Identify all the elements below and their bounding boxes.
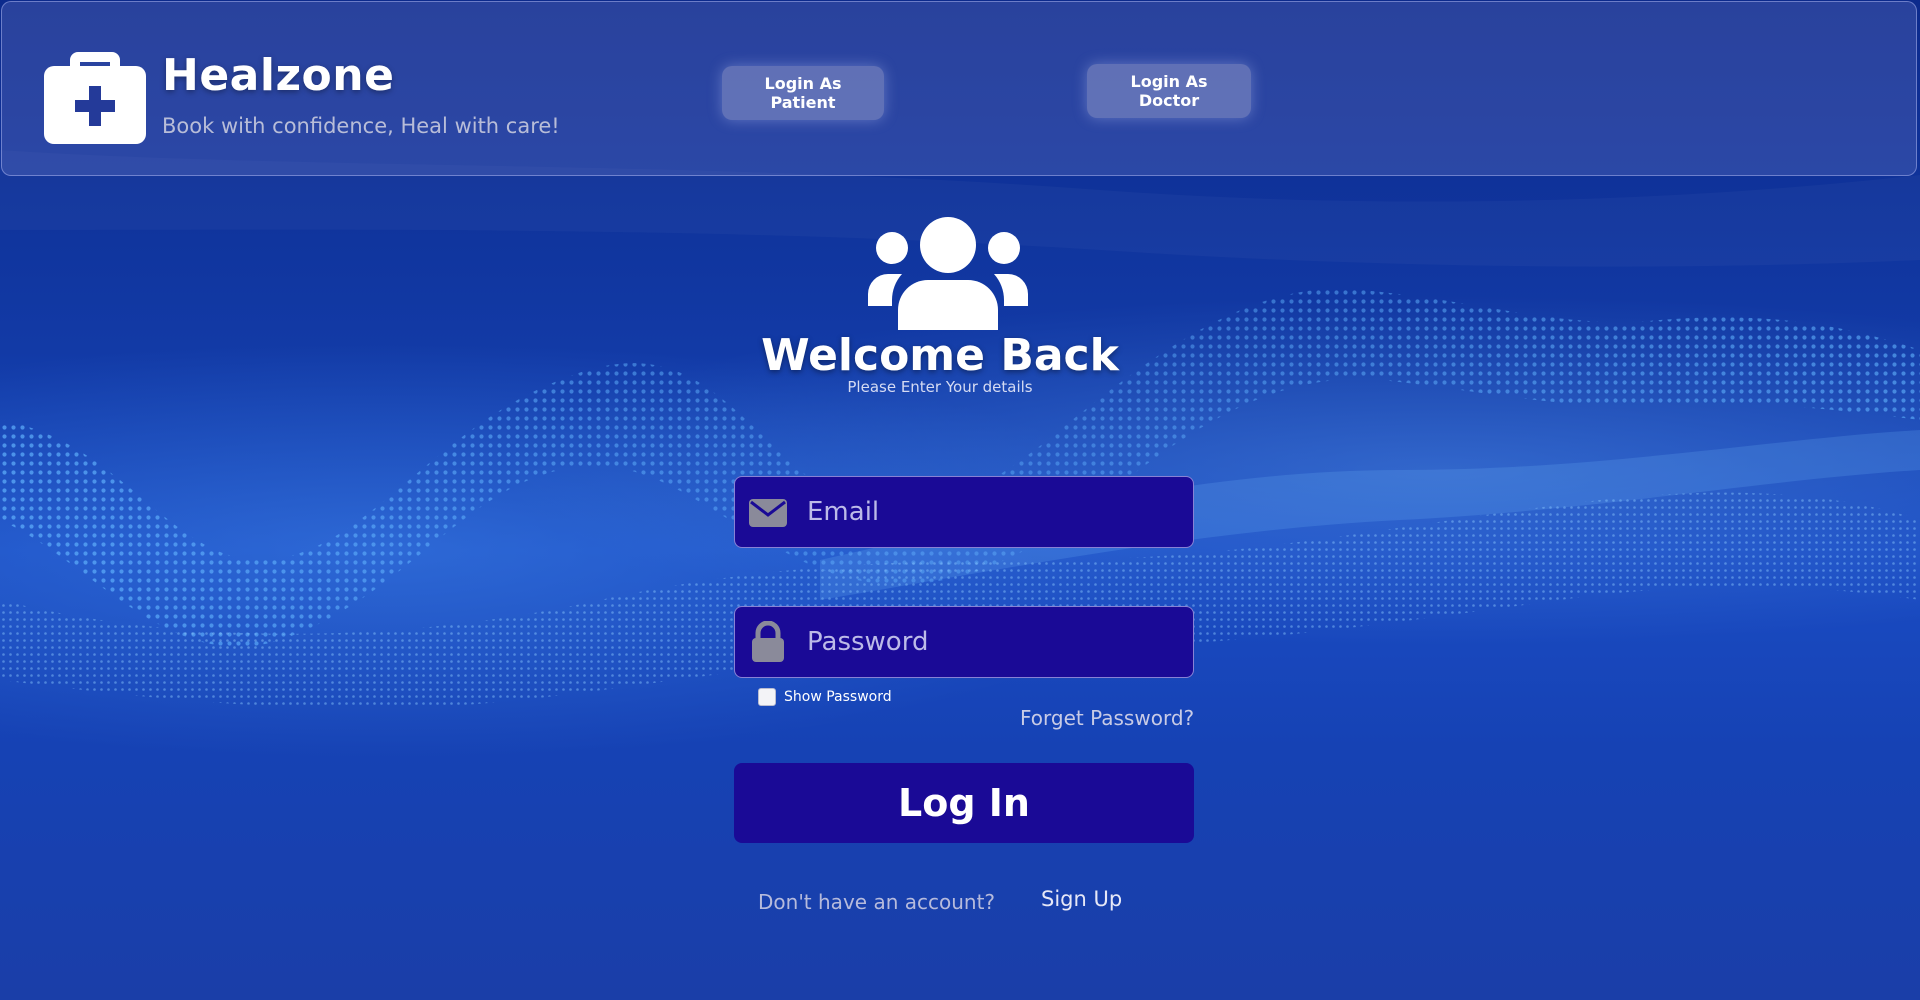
show-password-label: Show Password (784, 689, 892, 705)
users-group-icon (868, 217, 1028, 330)
login-as-doctor-button[interactable]: Login As Doctor (1087, 64, 1251, 118)
envelope-icon (749, 499, 787, 527)
show-password-checkbox[interactable] (758, 688, 776, 706)
password-field[interactable] (734, 606, 1194, 678)
login-as-patient-button[interactable]: Login As Patient (722, 66, 884, 120)
welcome-subtitle: Please Enter Your details (847, 378, 1033, 396)
forgot-password-link[interactable]: Forget Password? (1020, 706, 1194, 730)
log-in-button[interactable]: Log In (734, 763, 1194, 843)
medical-kit-icon (44, 52, 146, 144)
brand-tagline: Book with confidence, Heal with care! (162, 114, 560, 138)
email-field[interactable] (734, 476, 1194, 548)
sign-up-link[interactable]: Sign Up (1041, 887, 1122, 911)
welcome-title: Welcome Back (761, 330, 1119, 381)
brand-name: Healzone (162, 50, 395, 101)
email-input[interactable] (807, 477, 1177, 547)
lock-icon (752, 621, 784, 662)
top-header: Healzone Book with confidence, Heal with… (1, 1, 1917, 176)
no-account-text: Don't have an account? (758, 890, 996, 914)
password-input[interactable] (807, 607, 1177, 677)
show-password-row: Show Password (758, 688, 892, 706)
